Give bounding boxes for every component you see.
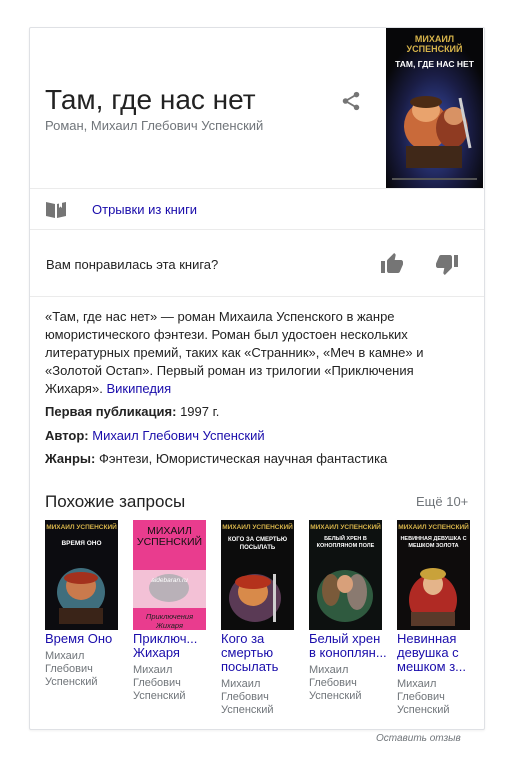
fact-label: Первая публикация: (45, 404, 177, 419)
wikipedia-link[interactable]: Википедия (106, 381, 171, 396)
panel-header: Там, где нас нет Роман, Михаил Глебович … (30, 28, 484, 188)
similar-author: Михаил Глебович Успенский (221, 678, 274, 716)
cover-title: ТАМ, ГДЕ НАС НЕТ (395, 59, 474, 69)
fact-value: Фэнтези, Юмористическая научная фантасти… (99, 451, 388, 466)
cover-watermark: aldebaran.ru (151, 577, 188, 584)
similar-cover[interactable]: МИХАИЛ УСПЕНСКИЙ НЕВИННАЯ ДЕВУШКА С МЕШК… (397, 520, 470, 630)
fact-author: Автор: Михаил Глебович Успенский (45, 428, 265, 443)
author-link[interactable]: Михаил Глебович Успенский (92, 428, 264, 443)
similar-item[interactable]: МИХАИЛ УСПЕНСКИЙ БЕЛЫЙ ХРЕН В КОНОПЛЯНОМ… (309, 520, 387, 703)
thumbs-down-icon[interactable] (435, 252, 459, 276)
cover-title: НЕВИННАЯ ДЕВУШКА С МЕШКОМ ЗОЛОТА (400, 536, 467, 549)
cover-author: МИХАИЛ УСПЕНСКИЙ (398, 524, 469, 531)
book-cover[interactable]: МИХАИЛ УСПЕНСКИЙ ТАМ, ГДЕ НАС НЕТ (386, 28, 483, 188)
excerpts-link[interactable]: Отрывки из книги (92, 202, 197, 217)
excerpts-row[interactable]: Отрывки из книги (30, 189, 484, 229)
fact-value: 1997 г. (180, 404, 220, 419)
similar-heading: Похожие запросы (45, 492, 186, 511)
similar-item[interactable]: МИХАИЛ УСПЕНСКИЙ ВРЕМЯ ОНО Время Оно Мих… (45, 520, 123, 689)
similar-author: Михаил Глебович Успенский (397, 678, 450, 716)
open-book-icon (46, 201, 66, 218)
rating-question: Вам понравилась эта книга? (46, 257, 219, 272)
similar-title[interactable]: Невинная девушка с мешком з... (397, 632, 475, 674)
similar-cover[interactable]: МИХАИЛ УСПЕНСКИЙ БЕЛЫЙ ХРЕН В КОНОПЛЯНОМ… (309, 520, 382, 630)
similar-title[interactable]: Приключ... Жихаря (133, 632, 211, 660)
fact-genres: Жанры: Фэнтези, Юмористическая научная ф… (45, 451, 387, 466)
cover-author: МИХАИЛ УСПЕНСКИЙ (406, 34, 463, 54)
similar-cover[interactable]: МИХАИЛ УСПЕНСКИЙ Приключения Жихаря alde… (133, 520, 206, 630)
book-title: Там, где нас нет (45, 84, 256, 115)
similar-title[interactable]: Белый хрен в коноплян... (309, 632, 387, 660)
similar-item[interactable]: МИХАИЛ УСПЕНСКИЙ Приключения Жихаря alde… (133, 520, 211, 703)
book-description: «Там, где нас нет» — роман Михаила Успен… (45, 308, 471, 398)
cover-title: ВРЕМЯ ОНО (61, 540, 102, 547)
more-link[interactable]: Ещё 10+ (416, 494, 468, 509)
feedback-link[interactable]: Оставить отзыв (376, 733, 461, 744)
share-icon[interactable] (340, 90, 362, 112)
similar-author: Михаил Глебович Успенский (309, 664, 362, 702)
similar-title[interactable]: Время Оно (45, 632, 123, 646)
divider (30, 296, 484, 297)
book-subtitle: Роман, Михаил Глебович Успенский (45, 118, 264, 133)
similar-author: Михаил Глебович Успенский (45, 650, 98, 688)
cover-title: Приключения Жихаря (145, 612, 194, 630)
similar-item[interactable]: МИХАИЛ УСПЕНСКИЙ КОГО ЗА СМЕРТЬЮ ПОСЫЛАТ… (221, 520, 299, 717)
similar-cover[interactable]: МИХАИЛ УСПЕНСКИЙ ВРЕМЯ ОНО (45, 520, 118, 630)
similar-author: Михаил Глебович Успенский (133, 664, 186, 702)
cover-author: МИХАИЛ УСПЕНСКИЙ (136, 525, 203, 548)
knowledge-panel: Там, где нас нет Роман, Михаил Глебович … (29, 27, 485, 730)
description-text: «Там, где нас нет» — роман Михаила Успен… (45, 309, 424, 396)
cover-title: КОГО ЗА СМЕРТЬЮ ПОСЫЛАТЬ (227, 537, 288, 551)
fact-label: Жанры: (45, 451, 96, 466)
thumbs-up-icon[interactable] (380, 252, 404, 276)
fact-label: Автор: (45, 428, 89, 443)
similar-title[interactable]: Кого за смертью посылать (221, 632, 299, 674)
rating-row: Вам понравилась эта книга? (30, 230, 484, 297)
similar-cover[interactable]: МИХАИЛ УСПЕНСКИЙ КОГО ЗА СМЕРТЬЮ ПОСЫЛАТ… (221, 520, 294, 630)
cover-author: МИХАИЛ УСПЕНСКИЙ (310, 524, 381, 531)
cover-author: МИХАИЛ УСПЕНСКИЙ (46, 524, 117, 531)
fact-published: Первая публикация: 1997 г. (45, 404, 219, 419)
cover-title: БЕЛЫЙ ХРЕН В КОНОПЛЯНОМ ПОЛЕ (316, 536, 375, 549)
similar-item[interactable]: МИХАИЛ УСПЕНСКИЙ НЕВИННАЯ ДЕВУШКА С МЕШК… (397, 520, 475, 717)
cover-author: МИХАИЛ УСПЕНСКИЙ (222, 524, 293, 531)
